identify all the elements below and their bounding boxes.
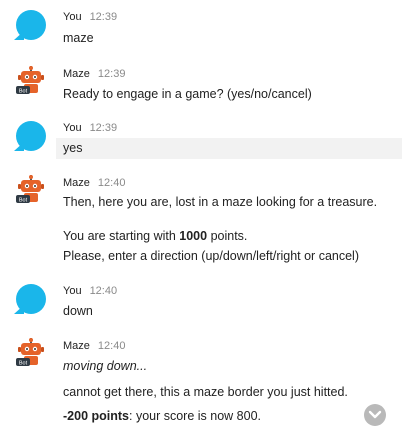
bot-badge: Bot (19, 198, 28, 204)
message-time: 12:39 (89, 11, 118, 23)
message-time: 12:40 (97, 340, 126, 352)
sender-name: You (63, 122, 82, 134)
bot-avatar-icon: Bot (16, 338, 44, 367)
sender-name: Maze (63, 68, 90, 80)
message-text: Then, here you are, lost in a maze looki… (63, 195, 378, 209)
points-penalty: -200 points (63, 409, 129, 423)
bot-badge: Bot (19, 89, 28, 95)
user-avatar-icon (16, 121, 46, 151)
bot-badge: Bot (19, 361, 28, 367)
message-text: cannot get there, this a maze border you… (63, 385, 348, 399)
sender-name: You (63, 11, 82, 23)
chat-transcript: You 12:39 maze Bot Maze 12:39 Ready to eng… (0, 0, 402, 429)
message-time: 12:39 (89, 122, 118, 134)
message-header: Maze 12:39 (63, 67, 125, 81)
user-avatar-icon (16, 10, 46, 40)
user-avatar-icon (16, 284, 46, 314)
message-time: 12:40 (97, 177, 126, 189)
sender-name: Maze (63, 340, 90, 352)
message-text: Ready to engage in a game? (yes/no/cance… (63, 87, 312, 101)
scroll-to-bottom-button[interactable] (364, 404, 386, 426)
message-text: yes (63, 141, 83, 155)
chevron-down-icon (368, 410, 382, 419)
message-header: You 12:39 (63, 121, 117, 135)
bot-avatar-icon: Bot (16, 66, 44, 95)
message-text: You are starting with 1000 points. (63, 229, 248, 243)
hover-highlight (56, 138, 402, 159)
message-header: Maze 12:40 (63, 339, 125, 353)
message-text: Please, enter a direction (up/down/left/… (63, 249, 359, 263)
message-text: -200 points: your score is now 800. (63, 409, 262, 423)
message-header: Maze 12:40 (63, 176, 125, 190)
sender-name: Maze (63, 177, 90, 189)
message-text: moving down... (63, 359, 148, 373)
message-text: down (63, 304, 93, 318)
bot-avatar-icon: Bot (16, 175, 44, 204)
points-value: 1000 (179, 229, 208, 243)
message-header: You 12:39 (63, 10, 117, 24)
message-text: maze (63, 31, 94, 45)
message-time: 12:39 (97, 68, 126, 80)
message-header: You 12:40 (63, 284, 117, 298)
message-time: 12:40 (89, 285, 118, 297)
sender-name: You (63, 285, 82, 297)
